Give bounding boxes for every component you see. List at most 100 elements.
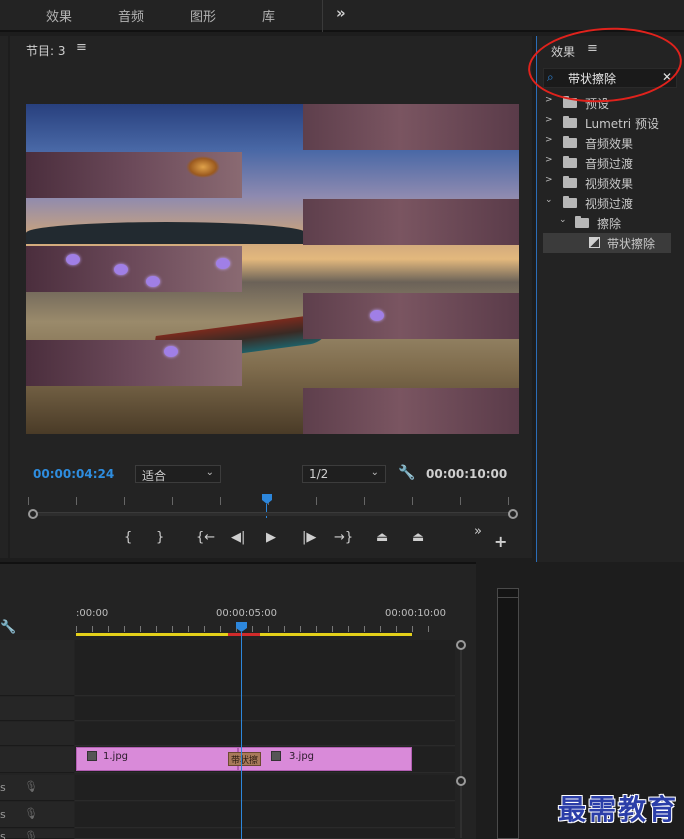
workspace-tab-audio[interactable]: 音频 [118,6,144,25]
folder-icon [563,116,577,128]
play-button[interactable]: ▶ [266,530,276,545]
track-row-a1[interactable] [75,775,455,801]
workspace-tab-libraries[interactable]: 库 [262,6,275,25]
tree-item-label: 带状擦除 [607,237,656,251]
wipe-band [303,388,519,434]
step-forward-button[interactable]: |▶ [302,530,316,545]
current-timecode[interactable]: 00:00:04:24 [33,467,114,481]
flower-image [370,310,384,321]
chevron-down-icon: ⌄ [370,467,379,478]
workspace-tab-effects[interactable]: 效果 [46,6,72,25]
program-monitor-title[interactable]: 节目: 3 [26,42,66,59]
fx-badge-icon [271,751,281,761]
track-header[interactable] [0,722,74,746]
track-header[interactable] [0,697,74,721]
flower-image [146,276,160,287]
track-row-a3[interactable] [75,829,455,839]
scrub-bar[interactable] [30,512,514,516]
ruler-label-10s: 00:00:10:00 [385,608,447,619]
tree-item-audio-transitions[interactable]: > 音频过渡 [537,153,684,173]
wipe-band [26,340,242,386]
track-row[interactable] [75,722,455,746]
settings-wrench-icon[interactable]: 🔧 [398,465,415,481]
butterfly-image [186,156,220,178]
chevron-right-icon[interactable]: > [545,95,553,105]
lift-button[interactable]: ⏏ [376,530,388,545]
more-controls-icon[interactable]: » [474,524,482,539]
flower-image [114,264,128,275]
flower-image [216,258,230,269]
extract-button[interactable]: ⏏ [412,530,424,545]
folder-icon [563,176,577,188]
mark-out-button[interactable]: } [156,530,164,545]
track-row-a2[interactable] [75,802,455,828]
tree-item-video-effects[interactable]: > 视频效果 [537,173,684,193]
duration-timecode: 00:00:10:00 [426,467,508,481]
watermark: 最需教育 [558,793,679,826]
timeline-playhead-line [241,632,242,839]
track-header[interactable] [0,640,74,696]
scrub-start-handle[interactable] [28,509,38,519]
flower-image [66,254,80,265]
go-to-in-button[interactable]: {← [196,530,215,545]
scroll-handle[interactable] [456,776,466,786]
chevron-down-icon: ⌄ [205,467,214,478]
tree-item-label: 音频过渡 [585,157,634,171]
flower-image [164,346,178,357]
zoom-dropdown[interactable]: 适合 ⌄ [135,465,221,483]
wipe-band [303,104,519,150]
workspace-bar: 效果 音频 图形 库 » [0,0,684,32]
tree-item-lumetri-presets[interactable]: > Lumetri 预设 [537,113,684,133]
chevron-right-icon[interactable]: > [545,175,553,185]
ruler-label-start: :00:00 [76,608,109,619]
chevron-right-icon[interactable]: > [545,155,553,165]
resolution-value: 1/2 [309,467,329,481]
tree-item-audio-effects[interactable]: > 音频效果 [537,133,684,153]
microphone-icon[interactable]: 🎙 [24,807,38,820]
panel-menu-icon[interactable]: ≡ [76,40,87,55]
audio-meter-bar [497,588,519,839]
track-label: s [0,808,6,821]
band-wipe-transition[interactable]: 带状擦 [228,752,261,766]
track-row[interactable] [75,640,455,696]
render-indicator [228,633,260,636]
mark-in-button[interactable]: { [124,530,132,545]
timeline-ruler[interactable] [76,626,440,632]
track-label: s [0,830,6,839]
timeline-settings-wrench-icon[interactable]: 🔧 [0,620,16,635]
workspace-divider [322,0,323,32]
chevron-down-icon[interactable]: ⌄ [559,215,567,225]
clip-name: 1.jpg [103,751,129,762]
tree-item-label: 擦除 [597,217,622,231]
track-header-v1[interactable] [0,747,74,773]
go-to-out-button[interactable]: →} [334,530,353,545]
clip-3[interactable]: 3.jpg [238,747,412,771]
more-workspaces-icon[interactable]: » [336,4,346,22]
microphone-icon[interactable]: 🎙 [24,780,38,793]
chevron-right-icon[interactable]: > [545,115,553,125]
clip-1[interactable]: 1.jpg [76,747,238,771]
wipe-band [26,246,242,292]
clip-name: 3.jpg [289,751,315,762]
microphone-icon[interactable]: 🎙 [24,830,38,839]
tree-item-label: Lumetri 预设 [585,117,659,131]
chevron-down-icon[interactable]: ⌄ [545,195,553,205]
scroll-handle[interactable] [456,640,466,650]
tree-item-label: 视频过渡 [585,197,634,211]
timeline-scrollbar[interactable] [460,648,462,838]
track-row[interactable] [75,697,455,721]
add-button[interactable]: + [494,532,507,551]
tree-item-wipe[interactable]: ⌄ 擦除 [537,213,684,233]
scrub-end-handle[interactable] [508,509,518,519]
wipe-band [303,199,519,245]
chevron-right-icon[interactable]: > [545,135,553,145]
tree-item-video-transitions[interactable]: ⌄ 视频过渡 [537,193,684,213]
resolution-dropdown[interactable]: 1/2 ⌄ [302,465,386,483]
program-video-frame[interactable] [26,104,519,434]
audio-meter-cap [497,588,519,598]
zoom-value: 适合 [142,469,167,483]
tree-item-band-wipe[interactable]: 带状擦除 [543,233,671,253]
fx-badge-icon [87,751,97,761]
step-back-button[interactable]: ◀| [231,530,245,545]
workspace-tab-graphics[interactable]: 图形 [190,6,216,25]
